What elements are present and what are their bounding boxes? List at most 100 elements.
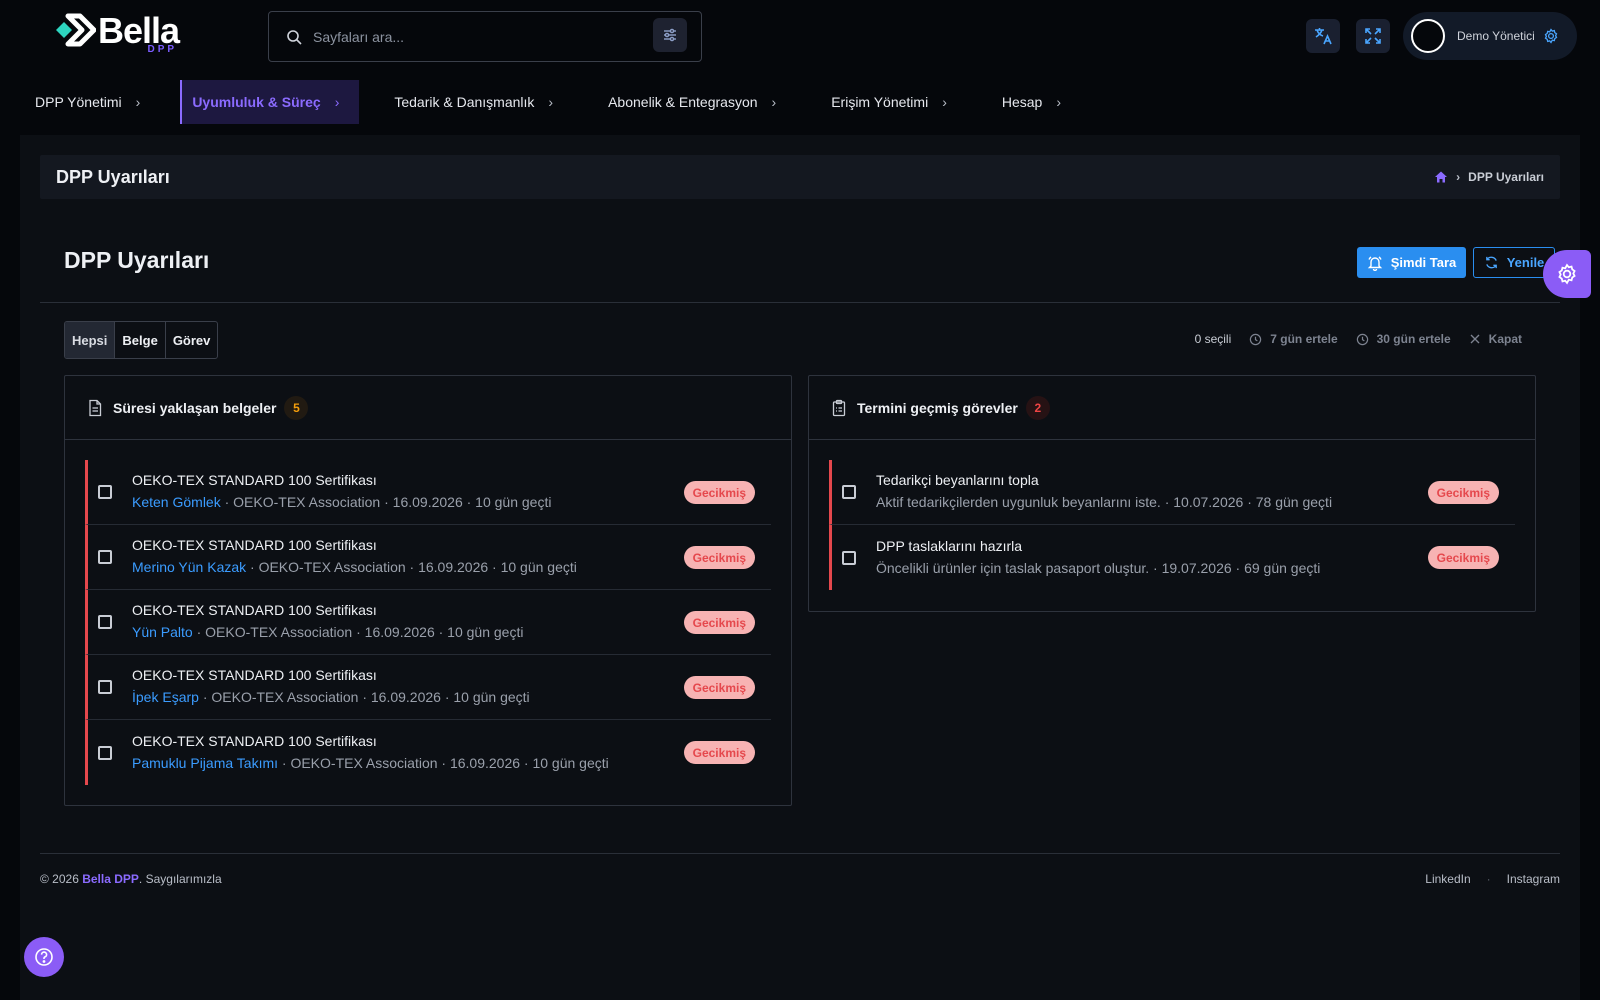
item-meta: Öncelikli ürünler için taslak pasaport o… — [876, 559, 1321, 576]
dismiss-label: Kapat — [1488, 332, 1522, 346]
item-meta: · OEKO-TEX Association · 16.09.2026 · 10… — [278, 754, 609, 771]
row-checkbox[interactable] — [98, 745, 112, 760]
documents-card-header: Süresi yaklaşan belgeler 5 — [65, 376, 791, 440]
customizer-button[interactable] — [1543, 250, 1591, 298]
item-meta: Aktif tedarikçilerden uygunluk beyanları… — [876, 494, 1333, 510]
list-item[interactable]: OEKO-TEX STANDARD 100 Sertifikası İpek E… — [85, 655, 771, 720]
fullscreen-icon — [1363, 26, 1383, 46]
tab-document[interactable]: Belge — [115, 322, 166, 358]
row-checkbox[interactable] — [98, 615, 112, 629]
search-icon — [285, 28, 303, 46]
breadcrumb-bar: DPP Uyarıları › DPP Uyarıları — [40, 155, 1560, 199]
row-checkbox[interactable] — [98, 550, 112, 564]
row-checkbox[interactable] — [98, 680, 112, 694]
gear-icon — [1556, 263, 1578, 285]
item-meta: · OEKO-TEX Association · 16.09.2026 · 10… — [192, 624, 524, 640]
product-link[interactable]: Yün Palto — [132, 624, 193, 640]
main-content: DPP Uyarıları › DPP Uyarıları DPP Uyarıl… — [20, 135, 1580, 1000]
logo-mark-icon — [54, 12, 97, 48]
instagram-link[interactable]: Instagram — [1507, 872, 1560, 886]
product-link[interactable]: Pamuklu Pijama Takımı — [132, 755, 278, 771]
footer-links: LinkedIn · Instagram — [1425, 872, 1560, 886]
documents-card-title: Süresi yaklaşan belgeler — [113, 399, 277, 416]
user-name: Demo Yönetici — [1457, 29, 1535, 43]
copyright: © 2026 Bella DPP. Saygılarımızla — [40, 872, 222, 886]
nav-label: Tedarik & Danışmanlık — [394, 94, 535, 110]
status-badge: Gecikmiş — [683, 676, 755, 699]
status-badge: Gecikmiş — [683, 741, 755, 764]
breadcrumb-title: DPP Uyarıları — [56, 166, 170, 187]
fullscreen-button[interactable] — [1356, 19, 1390, 53]
nav-label: Abonelik & Entegrasyon — [608, 94, 758, 110]
nav-item-hesap[interactable]: Hesap › — [967, 80, 1081, 124]
logo[interactable]: Bella DPP — [54, 12, 180, 55]
list-item[interactable]: OEKO-TEX STANDARD 100 Sertifikası Keten … — [85, 460, 771, 525]
tasks-list: Tedarikçi beyanlarını topla Aktif tedari… — [829, 460, 1515, 590]
search-box — [268, 11, 702, 62]
product-link[interactable]: Keten Gömlek — [132, 494, 221, 510]
item-title: Tedarikçi beyanlarını topla — [876, 472, 1039, 488]
chevron-right-icon: › — [135, 94, 141, 110]
tasks-card-title: Termini geçmiş görevler — [857, 399, 1018, 416]
product-link[interactable]: Merino Yün Kazak — [132, 559, 246, 575]
row-checkbox[interactable] — [842, 550, 856, 565]
dismiss-button[interactable]: Kapat — [1469, 332, 1522, 346]
snooze-7-button[interactable]: 7 gün ertele — [1249, 332, 1338, 346]
tab-all[interactable]: Hepsi — [65, 322, 116, 358]
linkedin-link[interactable]: LinkedIn — [1425, 872, 1470, 886]
documents-count-badge: 5 — [284, 395, 309, 420]
documents-card: Süresi yaklaşan belgeler 5 OEKO-TEX STAN… — [64, 375, 792, 806]
user-menu[interactable]: Demo Yönetici — [1403, 12, 1577, 60]
status-badge: Gecikmiş — [683, 481, 755, 504]
bell-icon — [1367, 255, 1383, 271]
chevron-right-icon: › — [942, 94, 947, 110]
footer-brand-link[interactable]: Bella DPP — [82, 872, 139, 886]
language-button[interactable] — [1306, 19, 1340, 53]
nav-item-dpp-yonetimi[interactable]: DPP Yönetimi › — [0, 80, 160, 124]
search-input[interactable] — [313, 28, 643, 45]
bulk-actions: 0 seçili 7 gün ertele 30 gün ertele Kapa… — [1195, 332, 1522, 346]
list-item[interactable]: Tedarikçi beyanlarını topla Aktif tedari… — [829, 460, 1515, 525]
breadcrumb: › DPP Uyarıları — [1434, 170, 1544, 184]
chevron-right-icon: › — [548, 94, 554, 110]
search-filter-button[interactable] — [653, 18, 687, 52]
list-item[interactable]: DPP taslaklarını hazırla Öncelikli ürünl… — [829, 525, 1515, 590]
list-item[interactable]: OEKO-TEX STANDARD 100 Sertifikası Merino… — [85, 525, 771, 590]
avatar — [1411, 19, 1445, 53]
tab-task[interactable]: Görev — [166, 322, 218, 358]
help-icon — [34, 947, 54, 967]
translate-icon — [1313, 26, 1333, 46]
footer-separator: · — [1486, 872, 1491, 886]
product-link[interactable]: İpek Eşarp — [132, 689, 199, 705]
logo-subtitle: DPP — [147, 44, 178, 55]
snooze-30-button[interactable]: 30 gün ertele — [1356, 332, 1451, 346]
close-icon — [1469, 333, 1481, 345]
nav-item-uyumluluk[interactable]: Uyumluluk & Süreç › — [180, 80, 360, 124]
list-item[interactable]: OEKO-TEX STANDARD 100 Sertifikası Yün Pa… — [85, 590, 771, 655]
nav-item-abonelik[interactable]: Abonelik & Entegrasyon › — [573, 80, 796, 124]
refresh-icon — [1484, 255, 1499, 270]
status-badge: Gecikmiş — [1427, 546, 1499, 569]
selected-count: 0 seçili — [1194, 332, 1232, 346]
status-badge: Gecikmiş — [683, 611, 755, 634]
chevron-right-icon: › — [771, 94, 777, 110]
item-meta: · OEKO-TEX Association · 16.09.2026 · 10… — [246, 559, 577, 575]
row-checkbox[interactable] — [98, 485, 112, 499]
nav-item-erisim[interactable]: Erişim Yönetimi › — [796, 80, 967, 124]
home-icon[interactable] — [1434, 170, 1448, 184]
scan-now-button[interactable]: Şimdi Tara — [1357, 247, 1466, 278]
clock-icon — [1356, 333, 1369, 346]
gear-icon[interactable] — [1543, 28, 1559, 44]
row-checkbox[interactable] — [842, 485, 856, 499]
item-title: DPP taslaklarını hazırla — [876, 537, 1023, 554]
top-bar: Bella DPP Demo Yönetici — [0, 0, 1600, 72]
page-title: DPP Uyarıları — [64, 247, 210, 273]
nav-item-tedarik[interactable]: Tedarik & Danışmanlık › — [359, 80, 573, 124]
list-item[interactable]: OEKO-TEX STANDARD 100 Sertifikası Pamukl… — [85, 720, 771, 785]
item-meta: · OEKO-TEX Association · 16.09.2026 · 10… — [220, 494, 552, 510]
clipboard-icon — [831, 399, 847, 417]
tasks-count-badge: 2 — [1025, 395, 1050, 420]
clock-icon — [1249, 333, 1262, 346]
help-button[interactable] — [24, 937, 64, 977]
breadcrumb-current: DPP Uyarıları — [1468, 170, 1544, 184]
